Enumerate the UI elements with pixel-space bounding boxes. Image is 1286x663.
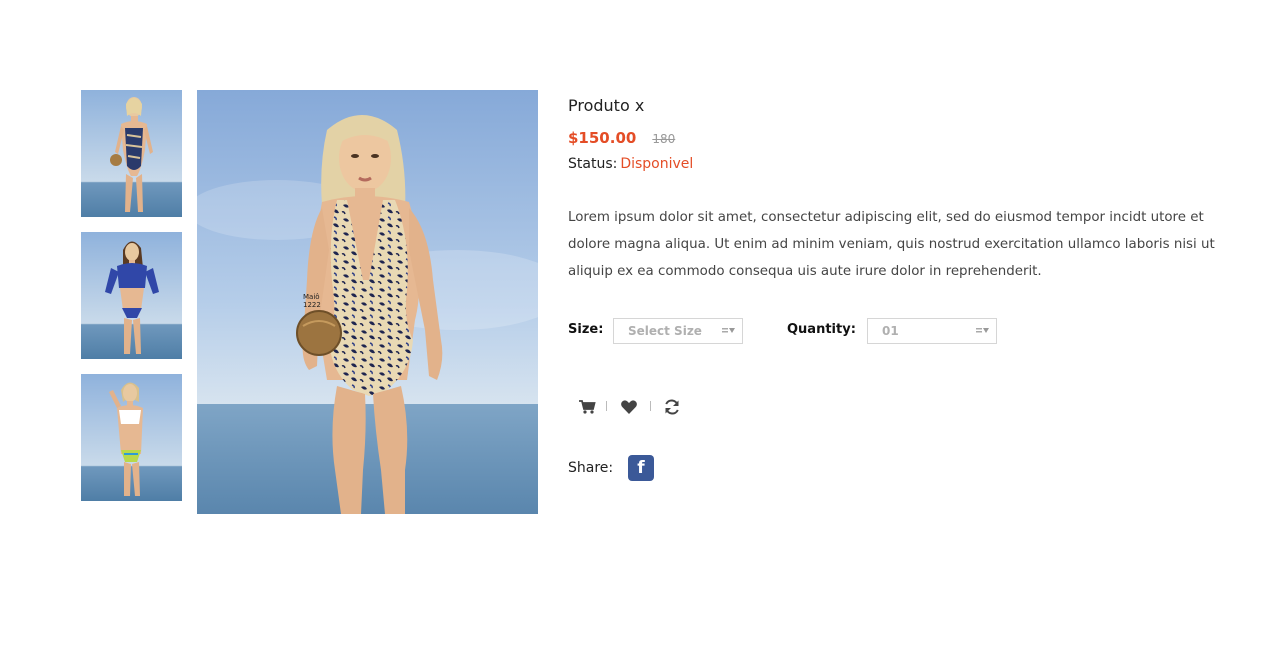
status-label: Status: (568, 156, 618, 172)
main-image-label-line2: 1222 (303, 301, 321, 309)
refresh-icon (665, 399, 679, 415)
heart-icon (621, 400, 637, 414)
old-price: 180 (652, 132, 676, 146)
price-row: $150.00 180 (568, 128, 675, 147)
quantity-select[interactable]: 01 (867, 318, 997, 344)
product-actions (578, 398, 778, 418)
stock-status: Status: Disponivel (568, 156, 693, 172)
product-main-image[interactable]: Maiô 1222 (197, 90, 538, 514)
size-select-value: Select Size (628, 324, 702, 338)
add-to-wishlist-button[interactable] (620, 398, 638, 416)
quantity-select-value: 01 (882, 324, 899, 338)
product-thumbnail-2[interactable] (81, 232, 182, 359)
action-divider (650, 401, 651, 411)
main-image-label-line1: Maiô (303, 293, 320, 301)
share-row: Share: f (568, 454, 768, 482)
size-select[interactable]: Select Size (613, 318, 743, 344)
status-value: Disponivel (620, 156, 694, 172)
product-thumbnail-1[interactable] (81, 90, 182, 217)
size-label: Size: (568, 322, 604, 337)
facebook-share-button[interactable]: f (628, 455, 654, 481)
product-thumbnail-3[interactable] (81, 374, 182, 501)
facebook-icon: f (637, 458, 645, 478)
quantity-label: Quantity: (787, 322, 856, 337)
cart-icon (579, 400, 596, 414)
product-description: Lorem ipsum dolor sit amet, consectetur … (568, 210, 1215, 279)
chevron-down-icon (976, 328, 989, 333)
product-title: Produto x (568, 96, 645, 115)
compare-button[interactable] (663, 398, 681, 416)
action-divider (606, 401, 607, 411)
product-options: Size: Select Size Quantity: 01 (568, 318, 1228, 344)
chevron-down-icon (722, 328, 735, 333)
share-label: Share: (568, 460, 614, 476)
add-to-cart-button[interactable] (578, 398, 596, 416)
current-price: $150.00 (568, 129, 637, 147)
